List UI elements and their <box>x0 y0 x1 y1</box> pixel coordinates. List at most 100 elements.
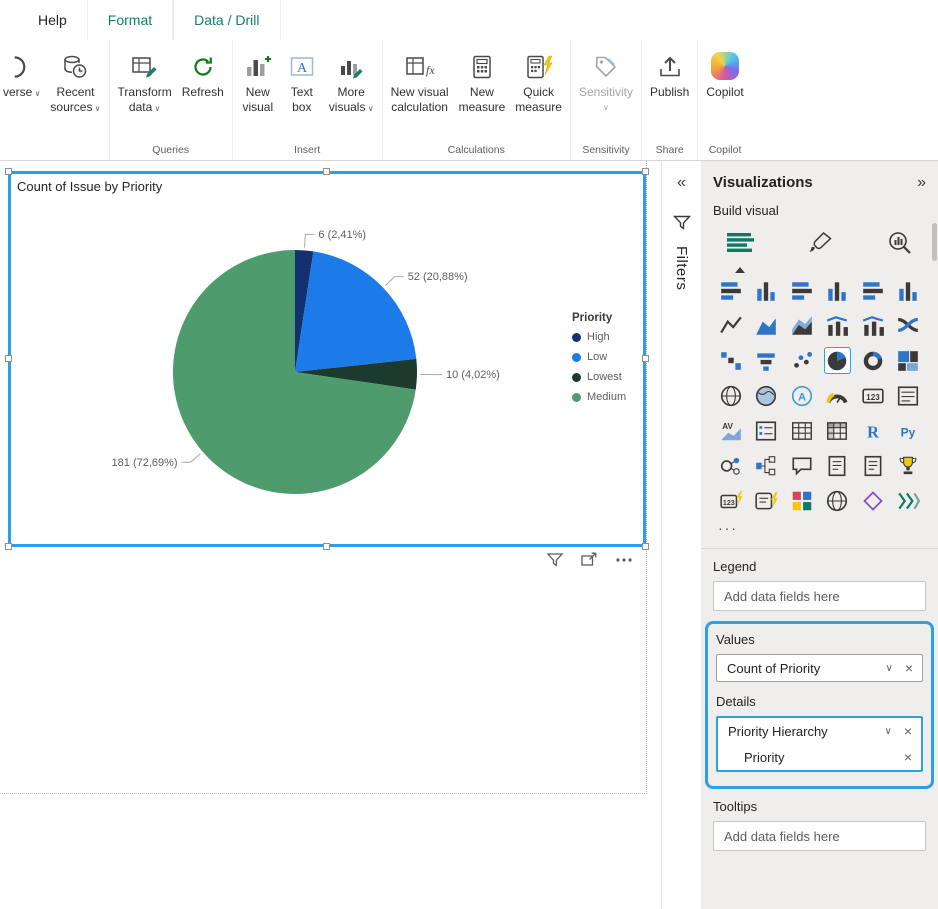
focus-mode-icon[interactable] <box>580 551 598 569</box>
visual-icon-python-visual[interactable]: Py <box>895 417 922 444</box>
visual-icon-hundred-percent-stacked-bar-chart[interactable] <box>859 277 886 304</box>
copilot-button[interactable]: Copilot <box>701 48 748 102</box>
resize-handle-e[interactable] <box>642 355 649 362</box>
pie-slice-low[interactable] <box>295 251 416 372</box>
pane-tab-format-visual[interactable] <box>807 230 835 261</box>
visual-icon-kpi[interactable]: AV <box>717 417 744 444</box>
resize-handle-sw[interactable] <box>5 543 12 550</box>
more-options-icon[interactable] <box>614 551 634 569</box>
pane-tab-add-analytics[interactable] <box>886 230 914 261</box>
visual-icon-smart-narrative[interactable] <box>824 452 851 479</box>
visual-icon-qa-visual[interactable] <box>788 452 815 479</box>
visual-icon-pie-chart[interactable] <box>824 347 851 374</box>
visual-icon-new-slicer[interactable] <box>753 487 780 514</box>
visual-icon-line-chart[interactable] <box>717 312 744 339</box>
visual-icon-waterfall-chart[interactable] <box>717 347 744 374</box>
legend-item-low[interactable]: Low <box>572 351 626 363</box>
pane-tab-build-visual[interactable] <box>725 231 755 260</box>
filter-icon[interactable] <box>546 551 564 569</box>
visual-icon-line-and-stacked-column-chart[interactable] <box>824 312 851 339</box>
visual-icon-key-influencers[interactable] <box>717 452 744 479</box>
visual-icon-multi-row-card[interactable] <box>895 382 922 409</box>
ribbon-tab-format[interactable]: Format <box>87 0 173 40</box>
visual-icon-card[interactable]: 123 <box>859 382 886 409</box>
ribbon-tab-help[interactable]: Help <box>18 0 87 40</box>
values-field-pill[interactable]: Count of Priority ∨ × <box>716 654 923 682</box>
remove-field-icon[interactable]: × <box>899 749 915 765</box>
legend-item-lowest[interactable]: Lowest <box>572 371 626 383</box>
chart-legend-title: Priority <box>572 312 626 324</box>
visual-icon-metrics[interactable] <box>895 452 922 479</box>
collapse-visualizations-button[interactable]: » <box>917 175 926 191</box>
dropzone-placeholder: Add data fields here <box>724 829 840 844</box>
dataverse-button[interactable]: verse ∨ <box>3 48 45 103</box>
visual-icon-line-and-clustered-column-chart[interactable] <box>859 312 886 339</box>
hierarchy-field-row[interactable]: Priority Hierarchy ∨ × <box>718 718 921 744</box>
sensitivity-button[interactable]: Sensitivity∨ <box>574 48 638 117</box>
remove-field-icon[interactable]: × <box>899 723 915 739</box>
report-canvas[interactable]: Count of Issue by Priority 6 (2,41%)52 (… <box>0 161 661 909</box>
visual-icon-arcgis-map[interactable] <box>824 487 851 514</box>
visual-icon-funnel-chart[interactable] <box>753 347 780 374</box>
pie-chart[interactable]: 6 (2,41%)52 (20,88%)10 (4,02%)181 (72,69… <box>11 174 643 544</box>
more-visuals-button[interactable]: Morevisuals ∨ <box>324 48 379 118</box>
visual-icon-area-chart[interactable] <box>753 312 780 339</box>
chevron-down-icon[interactable]: ∨ <box>878 663 899 674</box>
visual-icon-treemap[interactable] <box>895 347 922 374</box>
visual-icon-clustered-bar-chart[interactable] <box>788 277 815 304</box>
visual-icon-stacked-column-chart[interactable] <box>753 277 780 304</box>
visual-icon-slicer[interactable] <box>753 417 780 444</box>
legend-item-medium[interactable]: Medium <box>572 391 626 403</box>
chevron-down-icon[interactable]: ∨ <box>877 726 898 737</box>
svg-text:A: A <box>297 61 308 76</box>
resize-handle-ne[interactable] <box>642 168 649 175</box>
visual-icon-donut-chart[interactable] <box>859 347 886 374</box>
quick-measure-button[interactable]: Quickmeasure <box>510 48 567 117</box>
resize-handle-s[interactable] <box>323 543 330 550</box>
visual-icon-r-script-visual[interactable]: R <box>859 417 886 444</box>
new-visual-button[interactable]: Newvisual <box>236 48 280 117</box>
powerbi-window: HelpFormatData / Drill verse ∨Recentsour… <box>0 0 938 909</box>
text-box-button[interactable]: ATextbox <box>280 48 324 117</box>
visual-icon-map[interactable] <box>717 382 744 409</box>
visual-icon-table[interactable] <box>788 417 815 444</box>
visual-icon-power-apps[interactable] <box>788 487 815 514</box>
visual-icon-new-card[interactable]: 123 <box>717 487 744 514</box>
pie-chart-visual[interactable]: Count of Issue by Priority 6 (2,41%)52 (… <box>8 171 646 547</box>
resize-handle-w[interactable] <box>5 355 12 362</box>
resize-handle-se[interactable] <box>642 543 649 550</box>
publish-button[interactable]: Publish <box>645 48 694 102</box>
transform-data-button[interactable]: Transformdata ∨ <box>113 48 177 118</box>
visual-icon-shape[interactable] <box>859 487 886 514</box>
remove-field-icon[interactable]: × <box>900 660 916 676</box>
refresh-button[interactable]: Refresh <box>177 48 229 102</box>
more-visual-options-button[interactable]: ··· <box>701 514 938 544</box>
visual-icon-stacked-area-chart[interactable] <box>788 312 815 339</box>
resize-handle-n[interactable] <box>323 168 330 175</box>
new-visual-calculation-button[interactable]: fxNew visualcalculation <box>386 48 454 117</box>
expand-filters-button[interactable]: « <box>677 175 686 191</box>
new-measure-button[interactable]: Newmeasure <box>454 48 511 117</box>
visual-icon-decomposition-tree[interactable] <box>753 452 780 479</box>
tooltips-well-dropzone[interactable]: Add data fields here <box>713 821 926 851</box>
visual-icon-azure-map[interactable]: A <box>788 382 815 409</box>
visual-icon-scatter-chart[interactable] <box>788 347 815 374</box>
visual-icon-matrix[interactable] <box>824 417 851 444</box>
visual-icon-gauge[interactable] <box>824 382 851 409</box>
recent-sources-button[interactable]: Recentsources ∨ <box>45 48 105 118</box>
hierarchy-level-row[interactable]: Priority × <box>718 744 921 770</box>
visual-icon-stacked-bar-chart[interactable] <box>717 277 744 304</box>
visual-icon-power-automate[interactable] <box>895 487 922 514</box>
ribbon-tab-data-drill[interactable]: Data / Drill <box>173 0 280 40</box>
legend-item-high[interactable]: High <box>572 331 626 343</box>
visual-icon-ribbon-chart[interactable] <box>895 312 922 339</box>
visual-icon-hundred-percent-stacked-column-chart[interactable] <box>895 277 922 304</box>
legend-well-dropzone[interactable]: Add data fields here <box>713 581 926 611</box>
details-hierarchy-pill[interactable]: Priority Hierarchy ∨ × Priority × <box>716 716 923 772</box>
visual-icon-filled-map[interactable] <box>753 382 780 409</box>
scrollbar-thumb[interactable] <box>932 223 937 261</box>
legend-swatch-icon <box>572 373 581 382</box>
visual-icon-paginated-report[interactable] <box>859 452 886 479</box>
resize-handle-nw[interactable] <box>5 168 12 175</box>
visual-icon-clustered-column-chart[interactable] <box>824 277 851 304</box>
